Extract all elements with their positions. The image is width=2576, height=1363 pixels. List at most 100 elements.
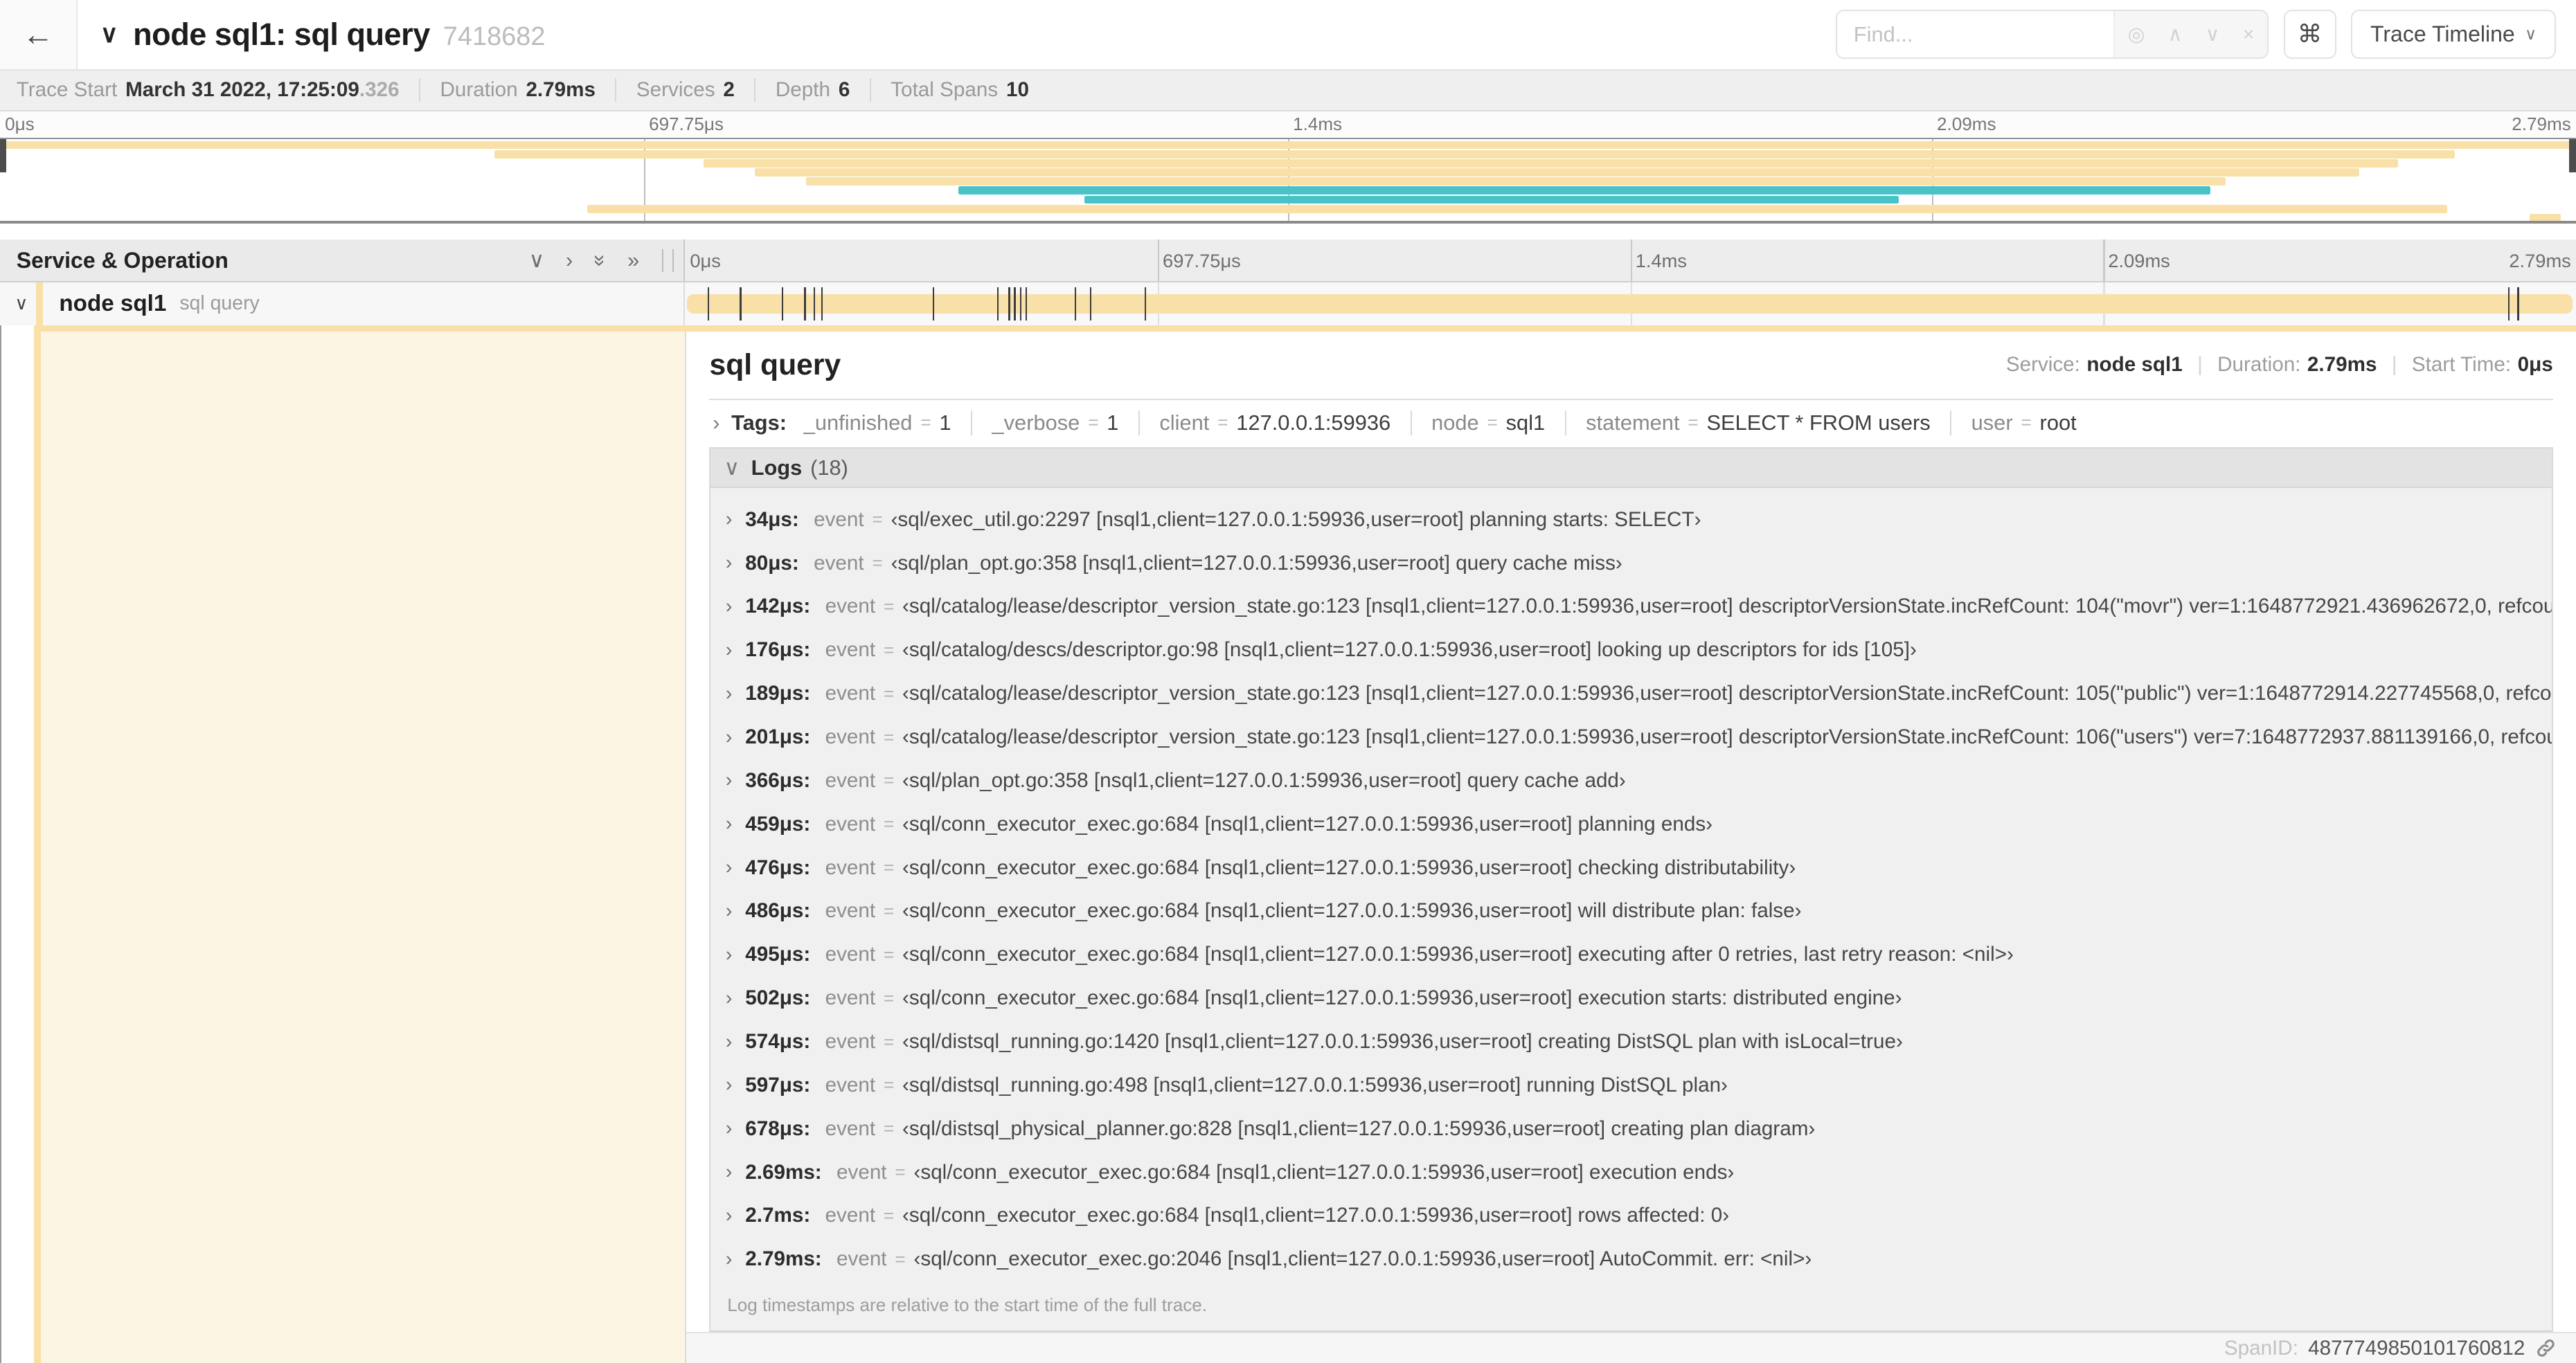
log-expander-icon[interactable]: › [726,1031,732,1054]
back-button[interactable]: ← [0,0,78,69]
collapse-one-icon[interactable]: ∨ [529,249,545,271]
log-marker-tick [2507,287,2510,321]
log-entry[interactable]: › 495μs: event = ‹sql/conn_executor_exec.go:… [710,933,2551,977]
log-expander-icon[interactable]: › [726,944,732,966]
log-entry[interactable]: › 2.69ms: event = ‹sql/conn_executor_exec.go… [710,1150,2551,1194]
keyboard-shortcuts-button[interactable]: ⌘ [2283,10,2336,60]
log-expander-icon[interactable]: › [726,900,732,923]
log-field-key: event [825,856,876,879]
log-entry[interactable]: › 176μs: event = ‹sql/catalog/descs/descript… [710,629,2551,672]
top-bar: ← ∨ node sql1: sql query 7418682 ◎ ∧ ∨ ×… [0,0,2576,69]
equals-sign: = [872,509,883,530]
deep-link-icon[interactable] [2535,1337,2557,1359]
log-entry[interactable]: › 2.7ms: event = ‹sql/conn_executor_exec.go:… [710,1194,2551,1238]
ruler-tick-label: 2.09ms [1937,113,1996,134]
spanid-value: 4877749850101760812 [2308,1336,2525,1360]
column-resizer-handle[interactable] [662,249,674,272]
equals-sign: = [883,1031,895,1052]
log-entry[interactable]: › 502μs: event = ‹sql/conn_executor_exec.go:… [710,977,2551,1020]
minimap-span [958,186,2210,195]
log-entry[interactable]: › 574μs: event = ‹sql/distsql_running.go:142… [710,1020,2551,1064]
prev-result-icon[interactable]: ∧ [2168,24,2183,44]
tag-item[interactable]: _unfinished = 1 [803,410,973,435]
log-entry[interactable]: › 678μs: event = ‹sql/distsql_physical_plann… [710,1107,2551,1150]
next-result-icon[interactable]: ∨ [2206,24,2220,44]
log-expander-icon[interactable]: › [726,726,732,749]
tag-item[interactable]: node = sql1 [1431,410,1566,435]
view-selector-label: Trace Timeline [2370,21,2515,47]
equals-sign: = [2021,412,2032,433]
logs-footnote: Log timestamps are relative to the start… [727,1294,1208,1315]
log-expander-icon[interactable]: › [726,683,732,705]
log-expander-icon[interactable]: › [726,1074,732,1096]
log-entry[interactable]: › 80μs: event = ‹sql/plan_opt.go:358 [nsql1,… [710,541,2551,585]
log-expander-icon[interactable]: › [726,639,732,662]
find-input[interactable] [1837,11,2113,58]
equals-sign: = [883,900,895,921]
start-time-label: Start Time: [2411,353,2512,377]
log-field-value: ‹sql/exec_util.go:2297 [nsql1,client=127… [891,507,1701,531]
log-entry[interactable]: › 2.79ms: event = ‹sql/conn_executor_exec.go… [710,1238,2551,1281]
tag-item[interactable]: user = root [1971,410,2097,435]
tags-row[interactable]: › Tags: _unfinished = 1 _verbose = 1 client = 12… [709,400,2552,448]
logs-expander-icon[interactable]: ∨ [724,455,740,480]
span-detail-region: sql query Service: node sql1 | Duration: 2… [0,325,2576,1363]
log-field-key: event [825,1117,876,1140]
log-entry[interactable]: › 34μs: event = ‹sql/exec_util.go:2297 [nsql… [710,498,2551,541]
log-entry[interactable]: › 366μs: event = ‹sql/plan_opt.go:358 [nsql1… [710,759,2551,802]
log-entry[interactable]: › 459μs: event = ‹sql/conn_executor_exec.go:… [710,802,2551,846]
span-detail-meta: Service: node sql1 | Duration: 2.79ms | St… [2006,353,2553,377]
log-entry[interactable]: › 486μs: event = ‹sql/conn_executor_exec.go:… [710,890,2551,933]
log-expander-icon[interactable]: › [726,1161,732,1184]
log-entry[interactable]: › 476μs: event = ‹sql/conn_executor_exec.go:… [710,846,2551,890]
span-operation-name: sql query [179,292,260,315]
tag-item[interactable]: _verbose = 1 [992,410,1140,435]
header-controls: ◎ ∧ ∨ × ⌘ Trace Timeline ∨ [1836,10,2576,60]
collapse-all-icon[interactable]: » [589,255,613,267]
tag-item[interactable]: client = 127.0.0.1:59936 [1159,410,1412,435]
tags-expander-icon[interactable]: › [713,410,719,435]
view-selector-button[interactable]: Trace Timeline ∨ [2350,10,2557,60]
minimap-canvas[interactable] [0,138,2576,224]
log-expander-icon[interactable]: › [726,1204,732,1227]
log-field-key: event [825,1204,876,1227]
log-expander-icon[interactable]: › [726,987,732,1010]
collapse-trace-header-icon[interactable]: ∨ [100,20,118,48]
log-expander-icon[interactable]: › [726,856,732,879]
log-expander-icon[interactable]: › [726,1117,732,1140]
logs-header[interactable]: ∨ Logs (18) [710,449,2552,489]
span-row[interactable]: ∨ node sql1 sql query [0,282,2576,325]
tag-item[interactable]: statement = SELECT * FROM users [1586,410,1952,435]
minimap-right-scrub-handle[interactable] [2569,139,2576,172]
clear-search-icon[interactable]: × [2243,24,2255,44]
log-entry[interactable]: › 189μs: event = ‹sql/catalog/lease/descript… [710,672,2552,716]
equals-sign: = [920,412,931,433]
log-timestamp: 574μs: [745,1030,811,1054]
log-expander-icon[interactable]: › [726,595,732,618]
expand-one-icon[interactable]: › [566,249,573,271]
services-label: Services [636,78,715,102]
ruler-tick-label: 1.4ms [1293,113,1343,134]
span-expander-icon[interactable]: ∨ [15,293,34,314]
log-entry[interactable]: › 201μs: event = ‹sql/catalog/lease/descript… [710,716,2552,759]
span-duration-bar[interactable] [686,294,2573,314]
expand-all-icon[interactable]: » [627,249,639,271]
locate-icon[interactable]: ◎ [2128,24,2145,44]
log-expander-icon[interactable]: › [726,508,732,531]
log-expander-icon[interactable]: › [726,1248,732,1271]
log-entry[interactable]: › 142μs: event = ‹sql/catalog/lease/descript… [710,585,2552,629]
log-timestamp: 189μs: [745,682,811,705]
span-row-track[interactable] [685,282,2576,325]
duration-label: Duration [440,78,518,102]
log-expander-icon[interactable]: › [726,813,732,836]
log-expander-icon[interactable]: › [726,769,732,792]
log-expander-icon[interactable]: › [726,552,732,575]
total-spans-value: 10 [1006,78,1029,102]
service-operation-header: Service & Operation ∨ › » » [0,240,686,282]
log-field-value: ‹sql/conn_executor_exec.go:684 [nsql1,cl… [902,812,1713,836]
minimap-left-scrub-handle[interactable] [0,139,7,172]
log-field-key: event [814,551,864,575]
log-entry[interactable]: › 597μs: event = ‹sql/distsql_running.go:498… [710,1063,2551,1107]
minimap-span [806,177,2226,186]
log-field-value: ‹sql/catalog/lease/descriptor_version_st… [902,725,2552,748]
